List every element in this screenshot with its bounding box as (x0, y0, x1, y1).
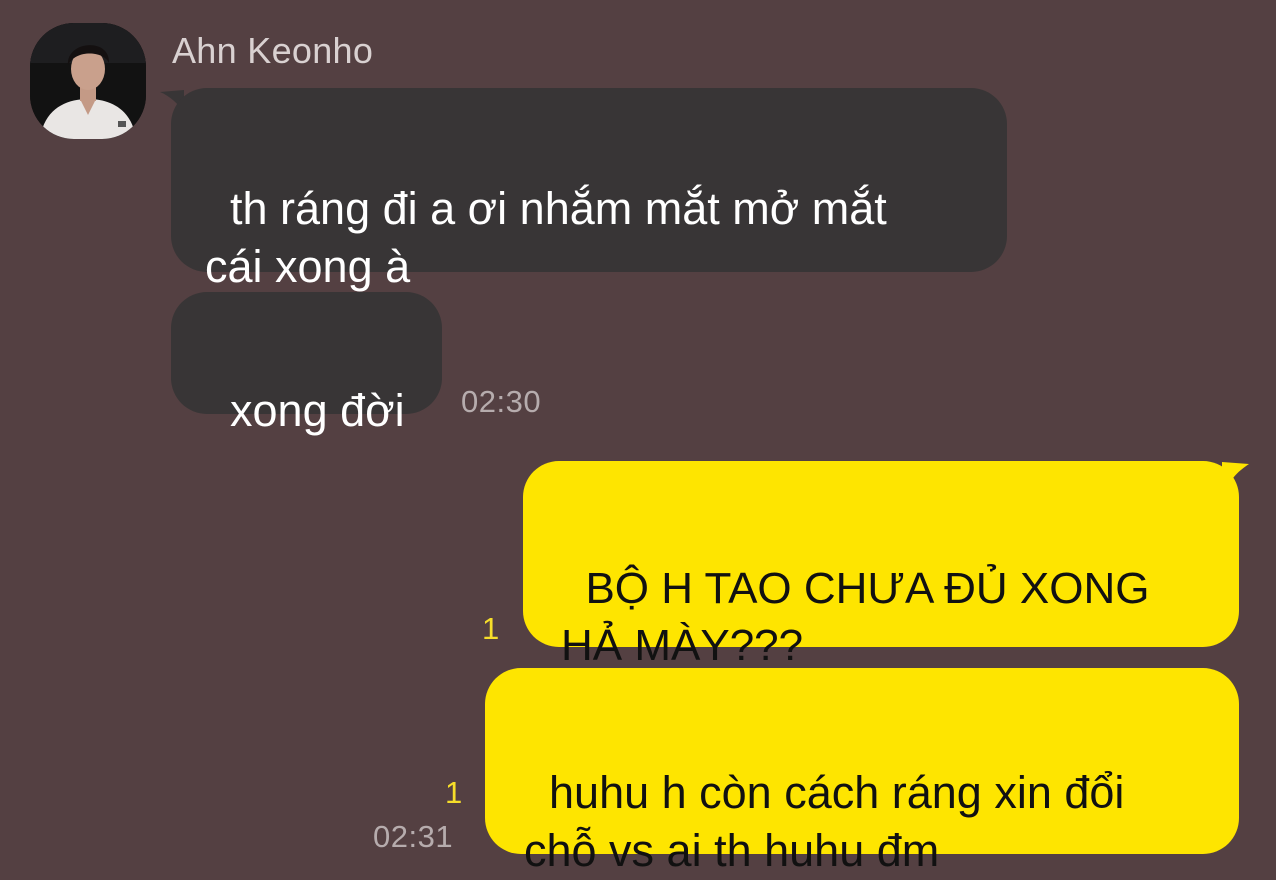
unread-count: 1 (482, 611, 500, 646)
message-text: xong đời (230, 385, 405, 436)
message-timestamp: 02:30 (461, 384, 542, 419)
incoming-message[interactable]: th ráng đi a ơi nhắm mắt mở mắt cái xong… (171, 88, 1007, 292)
sender-name: Ahn Keonho (172, 30, 374, 71)
message-text: BỘ H TAO CHƯA ĐỦ XONG HẢ MÀY??? (561, 564, 1150, 670)
unread-count: 1 (445, 775, 463, 810)
sender-avatar[interactable] (30, 23, 146, 139)
message-text: huhu h còn cách ráng xin đổi chỗ vs ai t… (524, 767, 1125, 876)
incoming-message[interactable]: xong đời (171, 292, 442, 436)
message-text: th ráng đi a ơi nhắm mắt mở mắt cái xong… (205, 183, 887, 292)
outgoing-message[interactable]: BỘ H TAO CHƯA ĐỦ XONG HẢ MÀY??? (523, 461, 1239, 670)
message-timestamp: 02:31 (373, 819, 454, 854)
profile-photo (30, 23, 146, 139)
outgoing-message[interactable]: huhu h còn cách ráng xin đổi chỗ vs ai t… (485, 668, 1239, 876)
